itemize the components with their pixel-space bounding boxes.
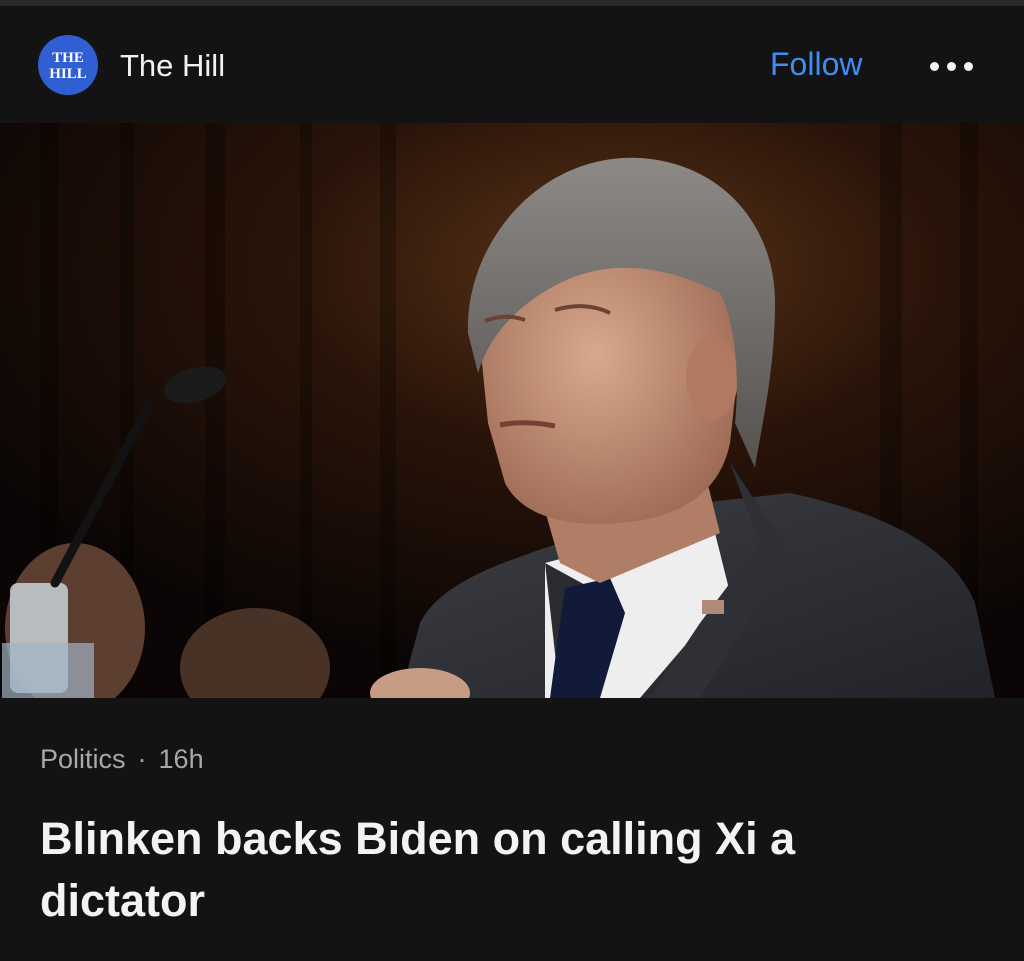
the-hill-logo-icon: THE HILL <box>49 50 87 82</box>
article-headline[interactable]: Blinken backs Biden on calling Xi a dict… <box>40 808 940 932</box>
speaker-photo <box>0 123 1024 698</box>
ellipsis-icon <box>947 61 956 71</box>
source-header: THE HILL The Hill Follow <box>0 6 1024 123</box>
source-name[interactable]: The Hill <box>120 48 225 84</box>
follow-button[interactable]: Follow <box>770 46 862 83</box>
meta-separator: · <box>137 744 147 774</box>
article-meta: Politics · 16h <box>40 744 204 775</box>
svg-text:HILL: HILL <box>49 66 87 82</box>
ellipsis-icon <box>930 61 939 71</box>
category-label[interactable]: Politics <box>40 744 126 774</box>
timestamp: 16h <box>158 744 204 774</box>
svg-text:THE: THE <box>52 50 84 66</box>
hero-image[interactable] <box>0 123 1024 698</box>
source-logo[interactable]: THE HILL <box>38 35 98 95</box>
more-options-button[interactable] <box>930 52 980 80</box>
ellipsis-icon <box>964 61 973 71</box>
